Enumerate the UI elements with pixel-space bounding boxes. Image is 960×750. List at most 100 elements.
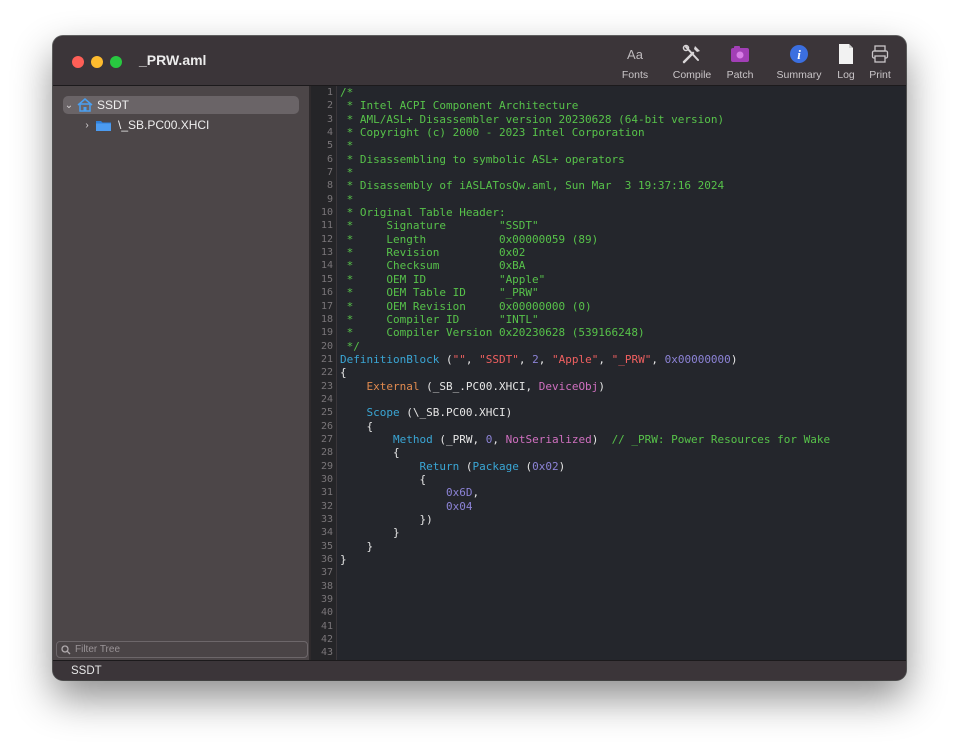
fonts-button[interactable]: Aa Fonts [615, 42, 655, 82]
line-number: 28 [320, 447, 333, 459]
code-token: * Compiler Version 0x20230628 (539166248… [340, 326, 645, 340]
code-line: * [337, 193, 906, 206]
summary-button-label: Summary [776, 69, 822, 81]
code-line: * Compiler Version 0x20230628 (539166248… [337, 326, 906, 339]
compile-tools-icon [681, 42, 703, 66]
code-line: /* [337, 86, 906, 99]
log-button-label: Log [837, 69, 855, 81]
line-number: 23 [320, 380, 333, 392]
code-line: * Checksum 0xBA [337, 259, 906, 272]
print-button[interactable]: Print [864, 42, 896, 82]
code-token: * Original Table Header: [340, 206, 506, 220]
code-token: * Intel ACPI Component Architecture [340, 99, 579, 113]
summary-button[interactable]: i Summary [773, 42, 825, 82]
line-number: 36 [320, 554, 333, 566]
code-line: */ [337, 340, 906, 353]
code-token: "_PRW" [611, 352, 652, 366]
printer-icon [871, 42, 889, 66]
minimize-window-button[interactable] [91, 56, 103, 68]
status-bar: SSDT [53, 660, 906, 680]
tree-item-label: SSDT [97, 98, 130, 112]
code-token: }) [340, 513, 433, 526]
code-token: 0x04 [445, 499, 473, 513]
code-token: , [492, 432, 506, 446]
code-token: { [340, 419, 374, 433]
code-token: { [340, 472, 427, 486]
code-token: 0x6D [445, 486, 473, 500]
code-token: { [340, 446, 400, 460]
code-token: * Length 0x00000059 (89) [340, 232, 599, 246]
code-token: /* [340, 86, 354, 99]
zoom-window-button[interactable] [110, 56, 122, 68]
compile-button[interactable]: Compile [668, 42, 716, 82]
code-line: 0x04 [337, 500, 906, 513]
filter-tree-input[interactable] [71, 644, 295, 655]
tree-item-ssdt[interactable]: ⌄ SSDT [63, 96, 299, 114]
code-token: ) [591, 432, 612, 446]
line-number: 2 [326, 100, 333, 112]
code-token: */ [340, 339, 360, 353]
line-number: 27 [320, 433, 333, 445]
line-number: 29 [320, 460, 333, 472]
log-button[interactable]: Log [831, 42, 861, 82]
code-token: * Compiler ID "INTL" [340, 312, 539, 326]
sidebar: ⌄ SSDT › \_SB.PC00.XHCI [53, 86, 309, 660]
line-number: 39 [320, 594, 333, 606]
code-token: , [472, 486, 480, 500]
code-line: * OEM Table ID "_PRW" [337, 286, 906, 299]
code-line: DefinitionBlock ("", "SSDT", 2, "Apple",… [337, 353, 906, 366]
code-token: * [340, 166, 354, 180]
code-token: , [465, 352, 480, 366]
status-text: SSDT [71, 665, 102, 677]
line-number-gutter: 1 2 3 4 5 6 7 8 9 10 11 12 13 14 15 16 17 18 19 20 21 22 23 24 2… [311, 86, 337, 660]
patch-button[interactable]: Patch [720, 42, 760, 82]
line-number: 21 [320, 353, 333, 365]
code-token: DefinitionBlock [340, 352, 440, 366]
folder-icon [95, 119, 112, 132]
code-line: } [337, 553, 906, 566]
line-number: 16 [320, 287, 333, 299]
code-token: NotSerialized [505, 432, 592, 446]
code-token: * Copyright (c) 2000 - 2023 Intel Corpor… [340, 126, 645, 140]
code-token: } [340, 539, 374, 553]
code-line: * Disassembling to symbolic ASL+ operato… [337, 153, 906, 166]
chevron-right-icon[interactable]: › [81, 120, 93, 131]
code-line: * Original Table Header: [337, 206, 906, 219]
code-line: } [337, 526, 906, 539]
code-token: * OEM Revision 0x00000000 (0) [340, 299, 592, 313]
tree-item-xhci-scope[interactable]: › \_SB.PC00.XHCI [81, 116, 301, 134]
chevron-down-icon[interactable]: ⌄ [63, 100, 75, 111]
code-token: 0x02 [532, 459, 559, 473]
line-number: 32 [320, 500, 333, 512]
line-number: 17 [320, 300, 333, 312]
app-window: _PRW.aml Aa Fonts Compile Patch i Summar… [53, 36, 906, 680]
code-token: * Disassembly of iASLATosQw.aml, Sun Mar… [340, 179, 725, 193]
code-editor[interactable]: /* * Intel ACPI Component Architecture *… [337, 86, 906, 660]
line-number: 3 [326, 113, 333, 125]
line-number: 11 [320, 220, 333, 232]
close-window-button[interactable] [72, 56, 84, 68]
filter-tree-field[interactable] [56, 641, 308, 658]
code-token: 2 [532, 352, 539, 366]
code-line: * Intel ACPI Component Architecture [337, 99, 906, 112]
window-title: _PRW.aml [139, 52, 207, 68]
line-number: 30 [320, 473, 333, 485]
line-number: 43 [320, 647, 333, 659]
code-token: Package [472, 459, 519, 473]
code-token: // _PRW: Power Resources for Wake [611, 432, 831, 446]
code-token: Return [419, 459, 460, 473]
code-line: Return (Package (0x02) [337, 460, 906, 473]
code-line: { [337, 473, 906, 486]
code-line: { [337, 420, 906, 433]
line-number: 40 [320, 607, 333, 619]
code-token: (_PRW, [432, 432, 486, 446]
code-line: * Signature "SSDT" [337, 219, 906, 232]
code-token: , [651, 352, 665, 366]
